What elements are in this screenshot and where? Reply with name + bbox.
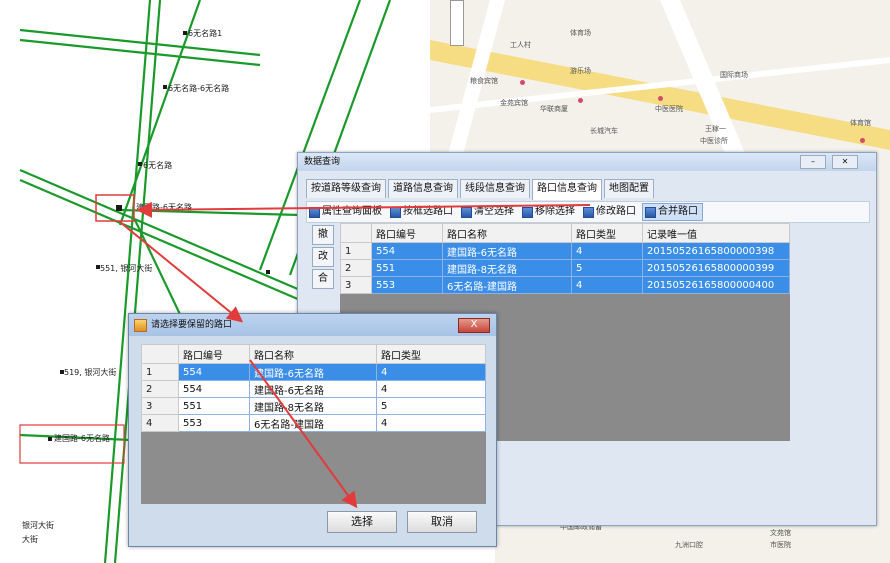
map-label: 体育场	[570, 29, 591, 37]
tab-segment-info[interactable]: 线段信息查询	[460, 179, 530, 198]
tab-map-config[interactable]: 地图配置	[604, 179, 654, 198]
poi-marker	[658, 96, 663, 101]
clear-icon	[461, 206, 472, 218]
col-code[interactable]: 路口编号	[178, 344, 250, 364]
table-row[interactable]: 2 554 建国路-6无名路 4	[141, 380, 486, 398]
map-label: 中医诊所	[700, 137, 728, 145]
road-label: 551, 银河大街	[100, 264, 153, 273]
choose-intersection-dialog[interactable]: 请选择要保留的路口 X 路口编号 路口名称 路口类型 1 554 建国路-6无名…	[128, 313, 497, 547]
map-label: 中医医院	[655, 105, 683, 113]
poi-marker	[520, 80, 525, 85]
panel-icon	[309, 206, 320, 218]
table-row[interactable]: 1 554 建国路-6无名路 4	[141, 363, 486, 381]
map-label: 游乐场	[570, 67, 591, 75]
dialog-titlebar: 请选择要保留的路口 X	[129, 314, 496, 336]
map-label: 市医院	[770, 541, 791, 549]
minimize-button[interactable]: –	[800, 155, 826, 169]
tab-road-level[interactable]: 按道路等级查询	[306, 179, 386, 198]
box-select-button[interactable]: 按框选路口	[388, 204, 457, 220]
attribute-panel-button[interactable]: 属性查询面板	[307, 204, 386, 220]
merge-side-button[interactable]: 合	[312, 269, 334, 289]
col-type[interactable]: 路口类型	[376, 344, 486, 364]
base-map-bottom: 中国邮政储蓄 文苑馆 九洲口腔 市医院	[495, 520, 890, 563]
window-title: 数据查询	[298, 153, 876, 171]
map-label: 王稼一	[705, 125, 726, 133]
dialog-grid[interactable]: 路口编号 路口名称 路口类型 1 554 建国路-6无名路 4 2 554 建国…	[141, 344, 486, 504]
table-row[interactable]: 3 553 6无名路-建国路 4 20150526165800000400	[340, 276, 790, 294]
dialog-close-button[interactable]: X	[458, 318, 490, 333]
dialog-title: 请选择要保留的路口	[151, 320, 233, 330]
zoom-control[interactable]	[450, 0, 464, 46]
road-label: 大街	[22, 535, 38, 544]
road-label: 6无名路	[143, 161, 173, 170]
remove-icon	[522, 206, 533, 218]
app-icon	[134, 319, 147, 332]
col-uid[interactable]: 记录唯一值	[642, 223, 790, 243]
road-label: 银河大街	[22, 521, 54, 530]
road-label: 519, 银河大街	[64, 368, 117, 377]
close-button[interactable]: ✕	[832, 155, 858, 169]
map-label: 粮食宾馆	[470, 77, 498, 85]
road-label: 建国路-6无名路	[136, 203, 192, 212]
map-label: 九洲口腔	[675, 541, 703, 549]
edit-side-button[interactable]: 改	[312, 247, 334, 267]
base-map-streets	[430, 0, 890, 165]
toolbar: 属性查询面板 按框选路口 清空选择 移除选择 修改路口 合并路口	[306, 201, 870, 223]
table-header: 路口编号 路口名称 路口类型 记录唯一值	[340, 223, 790, 243]
table-row[interactable]: 4 553 6无名路-建国路 4	[141, 414, 486, 432]
clear-selection-button[interactable]: 清空选择	[459, 204, 518, 220]
road-label: 6无名路-6无名路	[168, 84, 230, 93]
undo-side-button[interactable]: 撤	[312, 225, 334, 245]
map-label: 文苑馆	[770, 529, 791, 537]
merge-icon	[645, 206, 656, 218]
tab-intersection-info[interactable]: 路口信息查询	[532, 179, 602, 200]
map-label: 金苑宾馆	[500, 99, 528, 107]
tab-road-info[interactable]: 道路信息查询	[388, 179, 458, 198]
base-map[interactable]: 工人村 体育场 粮食宾馆 游乐场 金苑宾馆 华联商厦 长城汽车 国际商场 中医医…	[430, 0, 890, 165]
table-row[interactable]: 1 554 建国路-6无名路 4 20150526165800000398	[340, 242, 790, 260]
base-map-right-edge	[875, 160, 890, 520]
select-button[interactable]: 选择	[327, 511, 397, 533]
col-type[interactable]: 路口类型	[571, 223, 643, 243]
col-name[interactable]: 路口名称	[442, 223, 572, 243]
map-label: 长城汽车	[590, 127, 618, 135]
col-code[interactable]: 路口编号	[371, 223, 443, 243]
table-header: 路口编号 路口名称 路口类型	[141, 344, 486, 364]
map-label: 华联商厦	[540, 105, 568, 113]
map-label: 工人村	[510, 41, 531, 49]
edit-intersection-button[interactable]: 修改路口	[581, 204, 640, 220]
table-row[interactable]: 3 551 建国路-8无名路 5	[141, 397, 486, 415]
poi-marker	[578, 98, 583, 103]
cancel-button[interactable]: 取消	[407, 511, 477, 533]
map-label: 国际商场	[720, 71, 748, 79]
dialog-table: 路口编号 路口名称 路口类型 1 554 建国路-6无名路 4 2 554 建国…	[141, 344, 486, 432]
remove-selection-button[interactable]: 移除选择	[520, 204, 579, 220]
road-label: 6无名路1	[188, 29, 223, 38]
table-row[interactable]: 2 551 建国路-8无名路 5 20150526165800000399	[340, 259, 790, 277]
map-label: 体育馆	[850, 119, 871, 127]
poi-marker	[860, 138, 865, 143]
merge-intersection-button[interactable]: 合并路口	[642, 203, 703, 221]
road-label: 建国路-6无名路	[54, 434, 110, 443]
select-icon	[390, 206, 401, 218]
edit-icon	[583, 206, 594, 218]
intersection-table: 路口编号 路口名称 路口类型 记录唯一值 1 554 建国路-6无名路 4 20…	[340, 223, 790, 294]
tab-bar: 按道路等级查询 道路信息查询 线段信息查询 路口信息查询 地图配置	[306, 179, 656, 200]
col-name[interactable]: 路口名称	[249, 344, 377, 364]
